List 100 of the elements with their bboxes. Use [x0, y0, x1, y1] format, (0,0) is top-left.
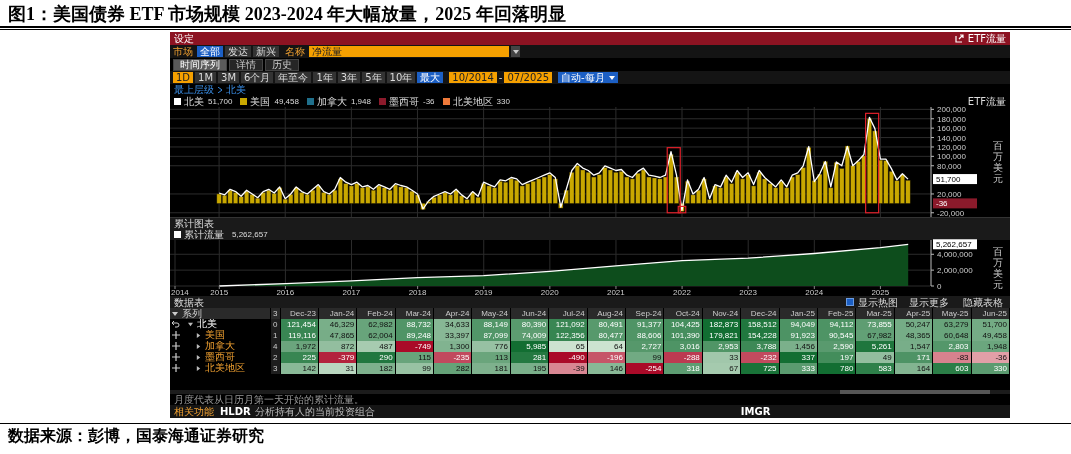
legend-label: 累计流量 [184, 229, 224, 240]
table-cell: 282 [433, 363, 472, 374]
axis-tick-label: 2017 [342, 288, 361, 297]
table-cell: -196 [587, 352, 626, 363]
axis-tick-label: 140,000 [937, 133, 966, 143]
field-label: 名称 [285, 46, 305, 57]
axis-tick-label: 200,000 [937, 105, 966, 115]
table-cell: 164 [894, 363, 933, 374]
table-cell: 318 [663, 363, 703, 374]
table-cell: 1,972 [280, 341, 319, 352]
table-cell: 195 [510, 363, 549, 374]
legend-value: 51,700 [208, 95, 233, 107]
legend-label: 加拿大 [316, 95, 347, 107]
legend-value: 1,948 [350, 95, 371, 107]
source-note: 数据来源：彭博，国泰海通证券研究 [7, 426, 265, 446]
axis-tick-label: 2015 [210, 288, 229, 297]
table-cell: 2,727 [625, 341, 664, 352]
table-cell: 49 [855, 352, 895, 363]
legend-value: 330 [496, 95, 510, 107]
table-cell: 33 [702, 352, 741, 363]
table-cell: 3 [270, 363, 280, 374]
table-cell: 780 [817, 363, 856, 374]
table-cell: -490 [548, 352, 588, 363]
table-cell: 872 [318, 341, 357, 352]
field-label: 市场 [173, 46, 193, 57]
table-cell: 3,788 [740, 341, 780, 352]
table-cell: -379 [318, 352, 357, 363]
figure-title: 图1：美国债券 ETF 市场规模 2023-2024 年大幅放量，2025 年回落明显 [7, 3, 567, 26]
table-cell: 5,261 [855, 341, 895, 352]
table-cell: 337 [779, 352, 818, 363]
table-cell: 142 [280, 363, 319, 374]
table-cell: 583 [855, 363, 895, 374]
table-cell: 776 [471, 341, 511, 352]
axis-tick-label: 2022 [673, 288, 691, 297]
axis-tick-label: 2014 [171, 288, 189, 297]
table-cell: 1,948 [971, 341, 1010, 352]
table-cell: -232 [740, 352, 780, 363]
axis-tick-label: 2018 [408, 288, 427, 297]
axis-tick-label: 180,000 [937, 114, 966, 124]
table-cell: -254 [625, 363, 664, 374]
table-cell: 1,456 [779, 341, 818, 352]
value-label: 5,262,657 [933, 239, 977, 250]
table-cell: -83 [932, 352, 972, 363]
table-cell: 65 [548, 341, 588, 352]
legend-label: 北美地区 [452, 95, 493, 107]
axis-tick-label: 80,000 [937, 161, 962, 171]
axis-tick-label: 4,000,000 [937, 250, 973, 260]
axis-tick-label: 160,000 [937, 124, 966, 134]
axis-tick-label: 2024 [805, 288, 824, 297]
table-cell: 281 [510, 352, 549, 363]
axis-tick-label: 2016 [276, 288, 295, 297]
axis-tick-label: 2019 [474, 288, 493, 297]
table-cell: 113 [471, 352, 511, 363]
table-cell: 487 [356, 341, 396, 352]
value-label: 51,700 [933, 174, 977, 185]
note-text: 月度代表从日历月第一天开始的累计流量。 [173, 394, 365, 405]
table-cell: 1,300 [433, 341, 472, 352]
table-cell: 333 [779, 363, 818, 374]
checkbox-label: 显示热图 [858, 296, 898, 308]
axis-tick-label: 2021 [606, 288, 625, 297]
section-title: 数据表 [174, 296, 204, 308]
table-cell: 181 [471, 363, 511, 374]
axis-title: 百万美元 [993, 246, 1003, 290]
window-title: 设定 [174, 33, 194, 44]
table-cell: 330 [971, 363, 1010, 374]
date-separator: - [498, 72, 503, 83]
legend-label: 北美 [184, 95, 204, 107]
table-cell: 3,016 [663, 341, 703, 352]
axis-title: 百万美元 [993, 140, 1003, 184]
table-cell: 99 [395, 363, 434, 374]
chart-title: ETF流量 [967, 95, 1006, 107]
table-cell: 1,547 [894, 341, 933, 352]
legend-label: 美国 [250, 95, 271, 107]
legend-label: 墨西哥 [388, 95, 419, 107]
table-cell: -235 [433, 352, 472, 363]
function-description: 分析持有人的当前投资组合 [254, 406, 375, 417]
table-cell: -39 [548, 363, 588, 374]
axis-tick-label: 20,000 [937, 189, 962, 199]
table-cell: 64 [587, 341, 626, 352]
table-cell: 603 [932, 363, 972, 374]
axis-tick-label: 2020 [540, 288, 559, 297]
legend-value: 49,458 [274, 95, 299, 107]
axis-tick-label: 0 [937, 282, 942, 291]
table-cell: 725 [740, 363, 780, 374]
axis-tick-label: 120,000 [937, 142, 966, 152]
table-cell: 225 [280, 352, 319, 363]
function-name: ETF流量 [967, 33, 1006, 44]
table-cell: -288 [663, 352, 703, 363]
section-title: 累计图表 [174, 218, 214, 229]
table-cell: 197 [817, 352, 856, 363]
legend-value: 5,262,657 [232, 229, 268, 240]
table-cell: 290 [356, 352, 396, 363]
table-cell: 171 [894, 352, 933, 363]
table-cell: 31 [318, 363, 357, 374]
table-cell: 67 [702, 363, 741, 374]
table-cell: 99 [625, 352, 664, 363]
period-label: 1D [173, 72, 194, 83]
legend-value: -36 [422, 95, 435, 107]
axis-tick-label: 2025 [871, 288, 890, 297]
table-cell: 146 [587, 363, 626, 374]
